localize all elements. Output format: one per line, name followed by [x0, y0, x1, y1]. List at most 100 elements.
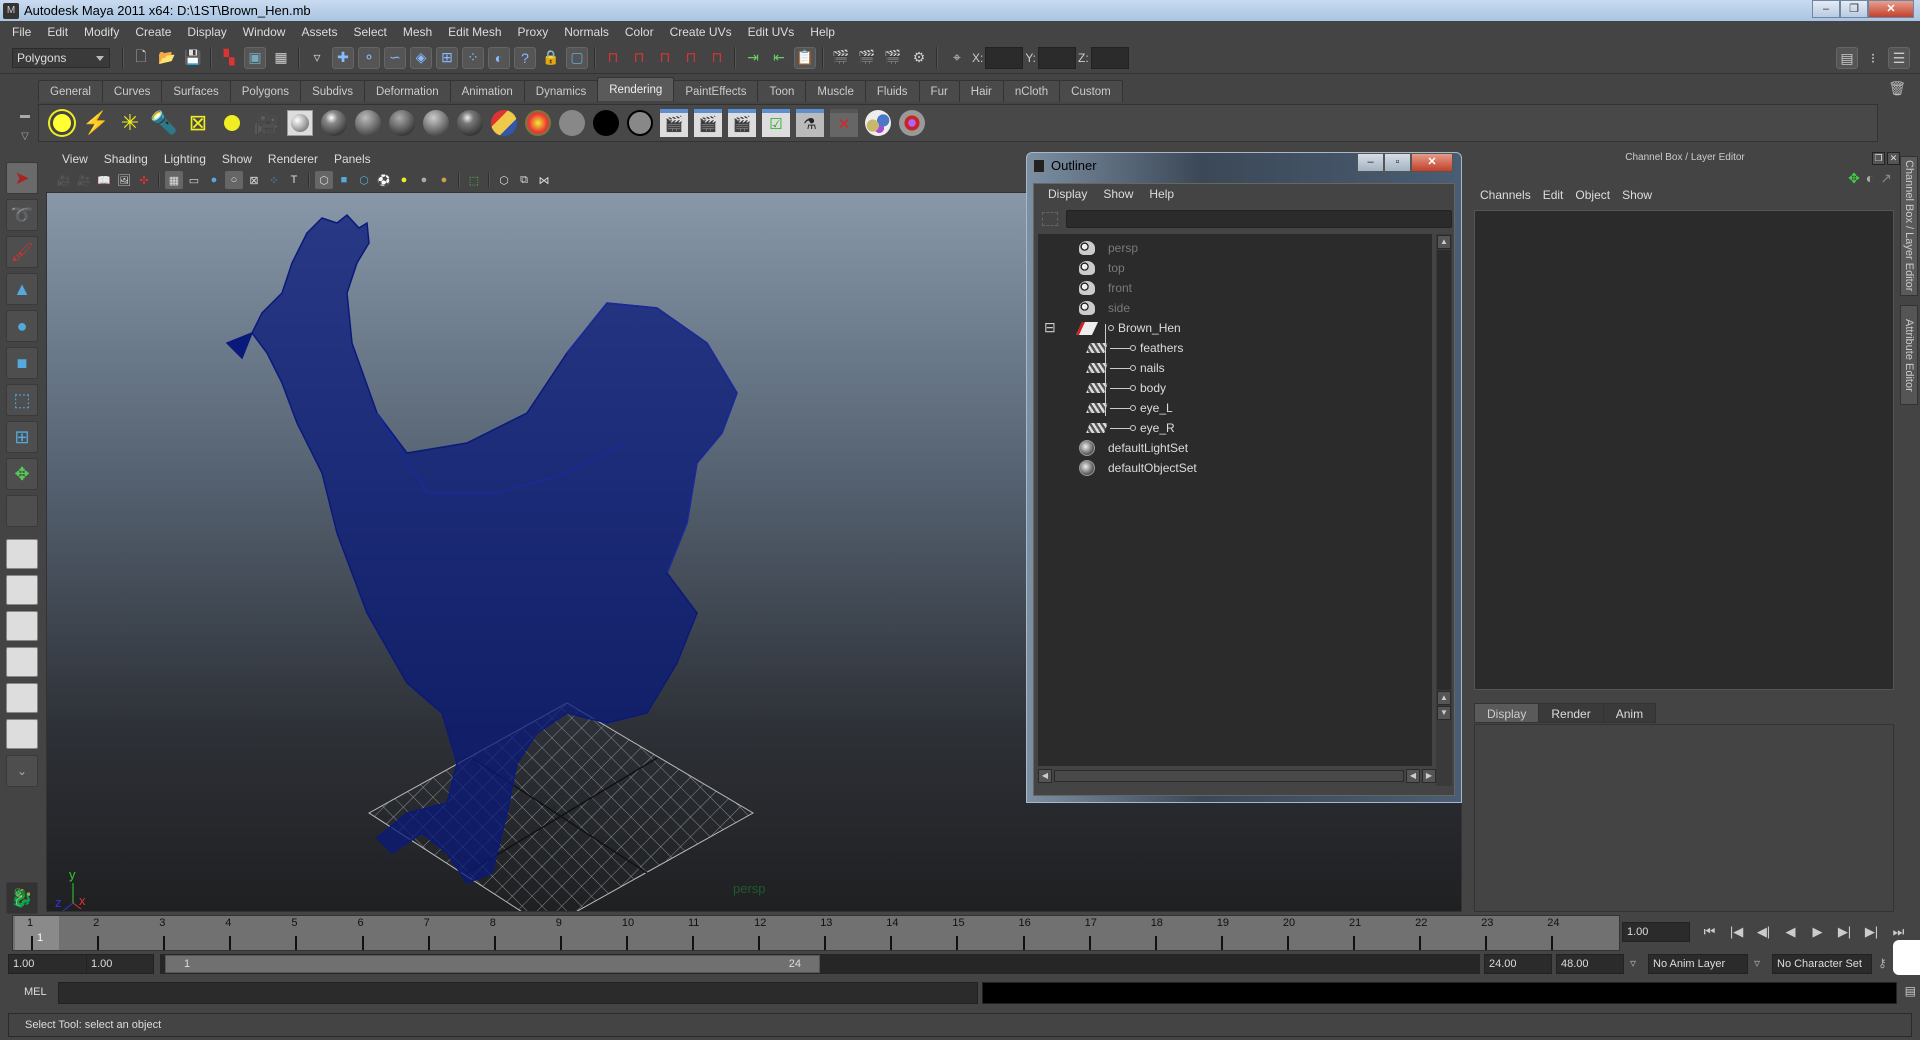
select-joints-icon[interactable]: ⚬ [358, 46, 380, 69]
render-view-icon[interactable]: 🎬 [830, 47, 852, 69]
shelf-tab-curves[interactable]: Curves [101, 80, 163, 102]
start-time-field[interactable]: 1.00 [8, 954, 88, 974]
menu-create-uvs[interactable]: Create UVs [662, 25, 740, 39]
outliner-item[interactable]: eye_L [1086, 398, 1173, 418]
range-slider[interactable]: 1 24 [165, 955, 820, 973]
phonge-icon[interactable] [421, 108, 451, 138]
viewport-menu-view[interactable]: View [54, 152, 96, 166]
film-gate-icon[interactable]: ▭ [185, 171, 203, 189]
step-forward-key-button[interactable]: ▶| [1858, 922, 1885, 942]
end-time-field[interactable]: 48.00 [1556, 954, 1624, 974]
menu-edit-mesh[interactable]: Edit Mesh [440, 25, 509, 39]
persp-graph-hypershade-layout-icon[interactable] [6, 719, 38, 749]
render-settings-icon[interactable]: ☑ [761, 108, 791, 138]
auto-key-icon[interactable]: ⚷ [1878, 956, 1887, 970]
lambert-icon[interactable] [353, 108, 383, 138]
snap-grid-icon[interactable]: ⊓ [602, 47, 624, 69]
select-camera-icon[interactable]: 🎥 [55, 171, 73, 189]
viewport-menu-panels[interactable]: Panels [326, 152, 379, 166]
outliner-item[interactable]: defaultObjectSet [1078, 458, 1197, 478]
menu-help[interactable]: Help [802, 25, 843, 39]
layer-tab-anim[interactable]: Anim [1602, 703, 1657, 723]
four-pane-layout-icon[interactable] [6, 575, 38, 605]
ipr-render-icon[interactable]: 🎬 [882, 47, 904, 69]
isolate-select-icon[interactable]: ⬚ [465, 171, 483, 189]
menu-normals[interactable]: Normals [556, 25, 617, 39]
wireframe-on-shaded-icon[interactable]: ⬡ [355, 171, 373, 189]
scroll-down-button[interactable]: ▼ [1437, 706, 1451, 720]
outliner-item[interactable]: side [1078, 298, 1130, 318]
select-by-hierarchy-icon[interactable]: ▚ [218, 47, 240, 69]
shelf-tab-animation[interactable]: Animation [449, 80, 525, 102]
snap-curve-icon[interactable]: ⊓ [628, 47, 650, 69]
viewport-menu-lighting[interactable]: Lighting [156, 152, 214, 166]
float-panel-button[interactable]: ❐ [1872, 152, 1885, 165]
paint-select-tool-icon[interactable]: 🖌 [6, 236, 38, 268]
outliner-item[interactable]: eye_R [1086, 418, 1175, 438]
resolution-gate-icon[interactable]: ● [205, 171, 223, 189]
two-d-pan-zoom-icon[interactable]: ✣ [135, 171, 153, 189]
attribute-editor-toggle-icon[interactable]: ▤ [1836, 47, 1858, 69]
shelf-tab-general[interactable]: General [38, 80, 103, 102]
character-set-dropdown-icon[interactable]: ▿ [1754, 956, 1760, 970]
shelf-tab-hair[interactable]: Hair [958, 80, 1004, 102]
playback-start-field[interactable]: 1.00 [86, 954, 154, 974]
select-curves-icon[interactable]: ∽ [384, 46, 406, 69]
select-handles-icon[interactable]: ✚ [332, 46, 354, 69]
layer-editor-area[interactable] [1474, 724, 1894, 912]
menu-display[interactable]: Display [179, 25, 234, 39]
script-editor-icon[interactable]: ▤ [1905, 984, 1916, 998]
open-scene-icon[interactable]: 📂 [156, 47, 178, 69]
filter-icon[interactable] [1042, 212, 1058, 226]
command-language-toggle[interactable]: MEL [24, 986, 47, 998]
gate-mask-icon[interactable]: ○ [225, 171, 243, 189]
close-button[interactable]: ✕ [1868, 0, 1914, 18]
outliner-menu-display[interactable]: Display [1040, 187, 1095, 201]
xray-icon[interactable]: ⬡ [495, 171, 513, 189]
outliner-item[interactable]: top [1078, 258, 1125, 278]
directional-light-icon[interactable]: ⚡ [81, 108, 111, 138]
lasso-tool-icon[interactable]: ➰ [6, 199, 38, 231]
phong-icon[interactable] [387, 108, 417, 138]
ramp-shader-icon[interactable] [489, 108, 519, 138]
speed-icon[interactable]: ◐ [1866, 170, 1874, 187]
anim-layer-field[interactable]: No Anim Layer [1648, 954, 1748, 974]
render-current-frame-icon[interactable]: 🎬 [659, 108, 689, 138]
outliner-menu-help[interactable]: Help [1141, 187, 1182, 201]
delete-unused-nodes-icon[interactable]: ✕ [829, 108, 859, 138]
menu-select[interactable]: Select [345, 25, 394, 39]
step-back-frame-button[interactable]: ◀| [1750, 922, 1777, 942]
select-tool-icon[interactable]: ➤ [6, 162, 38, 194]
menu-file[interactable]: File [4, 25, 39, 39]
move-tool-icon[interactable]: ▲ [6, 273, 38, 305]
camera-icon[interactable]: 🎥 [251, 108, 281, 138]
render-settings-icon[interactable]: ⚙ [908, 47, 930, 69]
viewport-menu-shading[interactable]: Shading [96, 152, 156, 166]
select-by-object-icon[interactable]: ▣ [244, 46, 266, 69]
shelf-tab-rendering[interactable]: Rendering [597, 77, 675, 101]
outliner-persp-layout-icon[interactable] [6, 611, 38, 641]
outliner-item[interactable]: persp [1078, 238, 1138, 258]
snap-view-plane-icon[interactable]: ⊓ [680, 47, 702, 69]
shelf-tab-menu-icon[interactable]: ▽ [21, 131, 29, 142]
menu-assets[interactable]: Assets [293, 25, 345, 39]
outliner-maximize-button[interactable]: ▫ [1384, 153, 1411, 172]
outliner-close-button[interactable]: ✕ [1411, 153, 1453, 172]
more-layouts-button[interactable]: ⌄ [6, 755, 38, 787]
playback-end-field[interactable]: 24.00 [1484, 954, 1552, 974]
image-plane-icon[interactable]: 🖼 [115, 171, 133, 189]
shelf-tab-surfaces[interactable]: Surfaces [161, 80, 231, 102]
bookmarks-icon[interactable]: 📖 [95, 171, 113, 189]
outliner-item[interactable]: defaultLightSet [1078, 438, 1188, 458]
xray-joints-icon[interactable]: ⧉ [515, 171, 533, 189]
attribute-editor-side-tab[interactable]: Attribute Editor [1900, 305, 1918, 405]
safe-title-icon[interactable]: T [285, 171, 303, 189]
outliner-item[interactable]: front [1078, 278, 1132, 298]
manipulator-icon[interactable]: ✥ [1848, 170, 1860, 187]
select-deformations-icon[interactable]: ⊞ [436, 46, 458, 69]
shelf-tab-dynamics[interactable]: Dynamics [523, 80, 599, 102]
camera-attributes-icon[interactable]: 🎥 [75, 171, 93, 189]
scroll-left-end-button[interactable]: ◀ [1406, 769, 1420, 783]
viewport-menu-show[interactable]: Show [214, 152, 260, 166]
trash-icon[interactable]: 🗑 [1888, 80, 1906, 97]
